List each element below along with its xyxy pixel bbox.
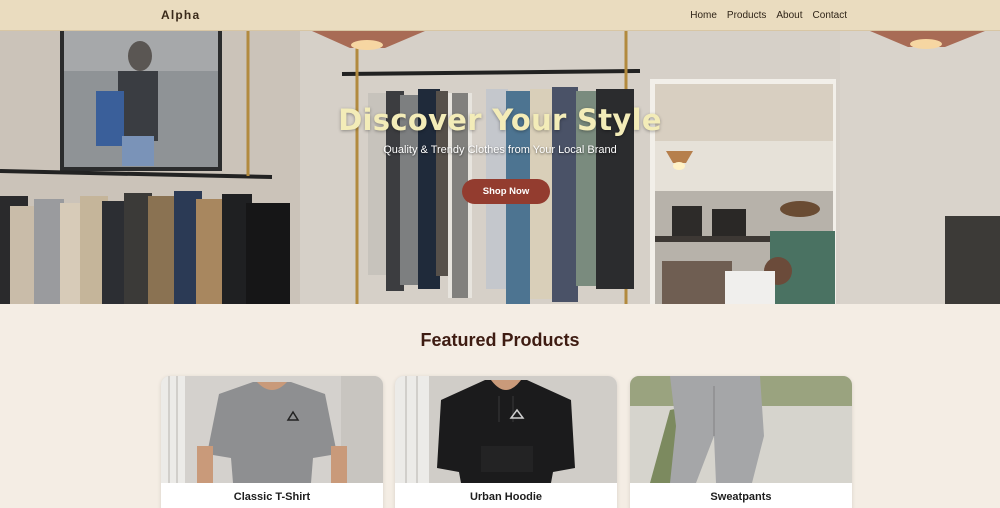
brand-logo[interactable]: Alpha [161, 8, 200, 22]
nav-links: Home Products About Contact [690, 10, 847, 21]
gray-sweatpants-photo [630, 376, 852, 483]
nav-link-home[interactable]: Home [690, 10, 717, 21]
product-name: Urban Hoodie [469, 491, 543, 503]
hero-title: Discover Your Style [338, 103, 662, 137]
product-card-classic-tshirt[interactable]: Classic T-Shirt [161, 376, 383, 508]
shop-now-button[interactable]: Shop Now [462, 179, 550, 204]
navbar: Alpha Home Products About Contact [0, 0, 1000, 31]
clothing-store-photo [0, 31, 1000, 304]
hero-subtitle: Quality & Trendy Clothes from Your Local… [383, 144, 617, 156]
product-name: Sweatpants [710, 491, 772, 503]
product-card-urban-hoodie[interactable]: Urban Hoodie [395, 376, 617, 508]
black-hoodie-photo [395, 376, 617, 483]
nav-link-products[interactable]: Products [727, 10, 766, 21]
gray-tshirt-photo [161, 376, 383, 483]
nav-link-contact[interactable]: Contact [813, 10, 847, 21]
featured-products-title: Featured Products [420, 330, 580, 350]
product-card-sweatpants[interactable]: Sweatpants [630, 376, 852, 508]
hero-banner: Discover Your Style Quality & Trendy Clo… [0, 31, 1000, 304]
nav-link-about[interactable]: About [776, 10, 802, 21]
product-name: Classic T-Shirt [233, 491, 311, 503]
